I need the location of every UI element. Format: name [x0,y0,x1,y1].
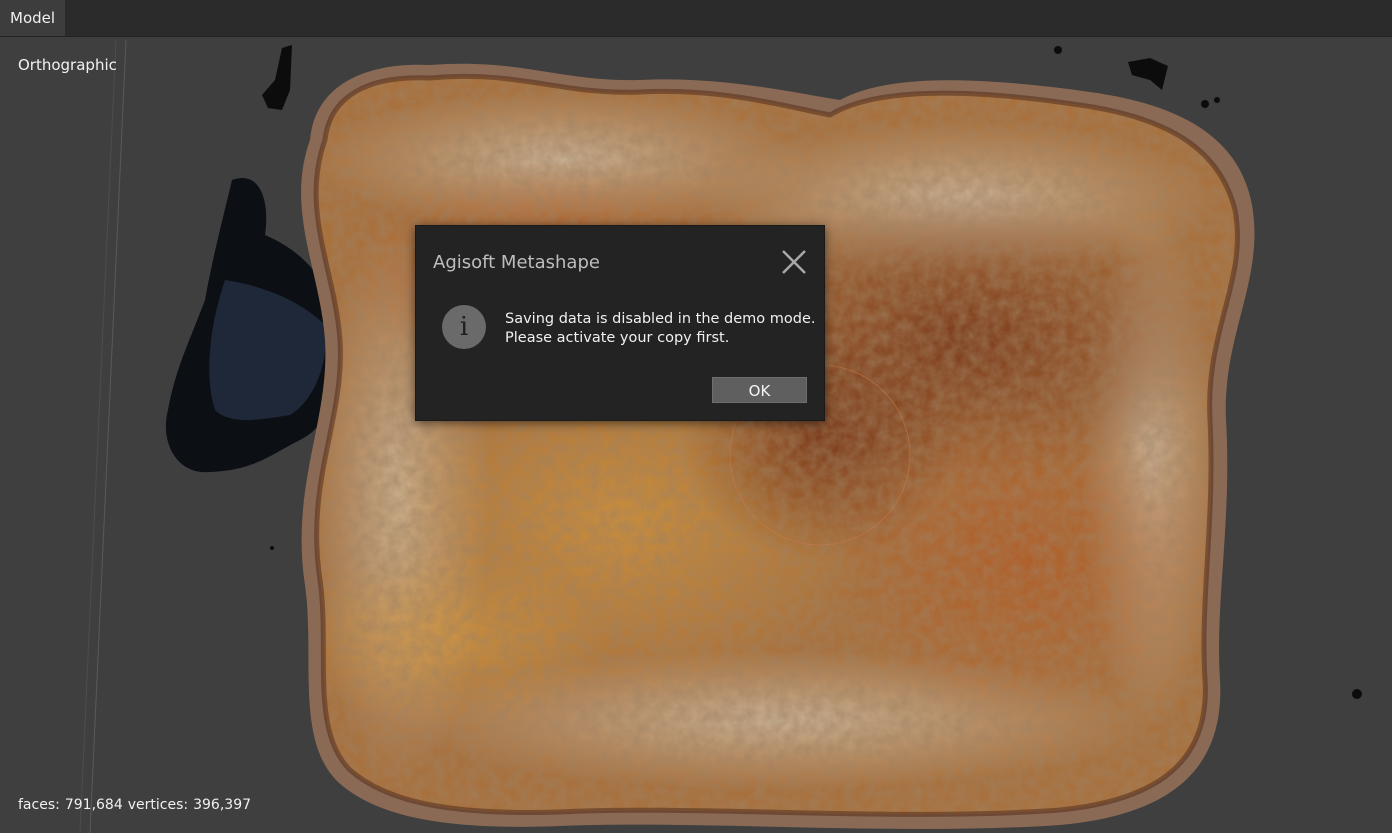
message-line-2: Please activate your copy first. [505,330,730,346]
toast-model [316,76,1238,815]
faces-count: 791,684 [64,797,123,813]
projection-label: Orthographic [18,56,117,74]
model-scene[interactable] [0,37,1392,833]
vertices-count: 396,397 [193,797,252,813]
view-tab-bar: Model [0,0,1392,37]
grid-line [79,39,117,833]
message-line-1: Saving data is disabled in the demo mode… [505,311,816,327]
metashape-window: Model Orthographic faces: 791,684 vertic… [0,0,1392,833]
shadow-speck [1352,689,1362,699]
shadow-speck [1214,97,1220,103]
model-viewport[interactable]: Orthographic faces: 791,684 vertices: 396,3… [0,37,1392,833]
dialog-title: Agisoft Metashape [433,252,600,273]
close-icon[interactable] [778,246,810,278]
tab-model[interactable]: Model [0,0,66,36]
grid-line [89,39,127,833]
vertices-label: vertices: [127,797,189,813]
shadow-speck [1201,100,1209,108]
model-stats: faces: 791,684 vertices: 396,397 [18,797,251,813]
faces-label: faces: [18,797,60,813]
ok-button[interactable]: OK [712,377,807,403]
dialog-message: Saving data is disabled in the demo mode… [505,310,816,348]
demo-mode-dialog: Agisoft Metashape i Saving data is disab… [415,225,825,421]
shadow-speck [262,45,292,110]
info-icon: i [442,305,486,349]
shadow-speck [1054,46,1062,54]
shadow-speck [270,546,274,550]
shadow-speck [1128,58,1168,90]
